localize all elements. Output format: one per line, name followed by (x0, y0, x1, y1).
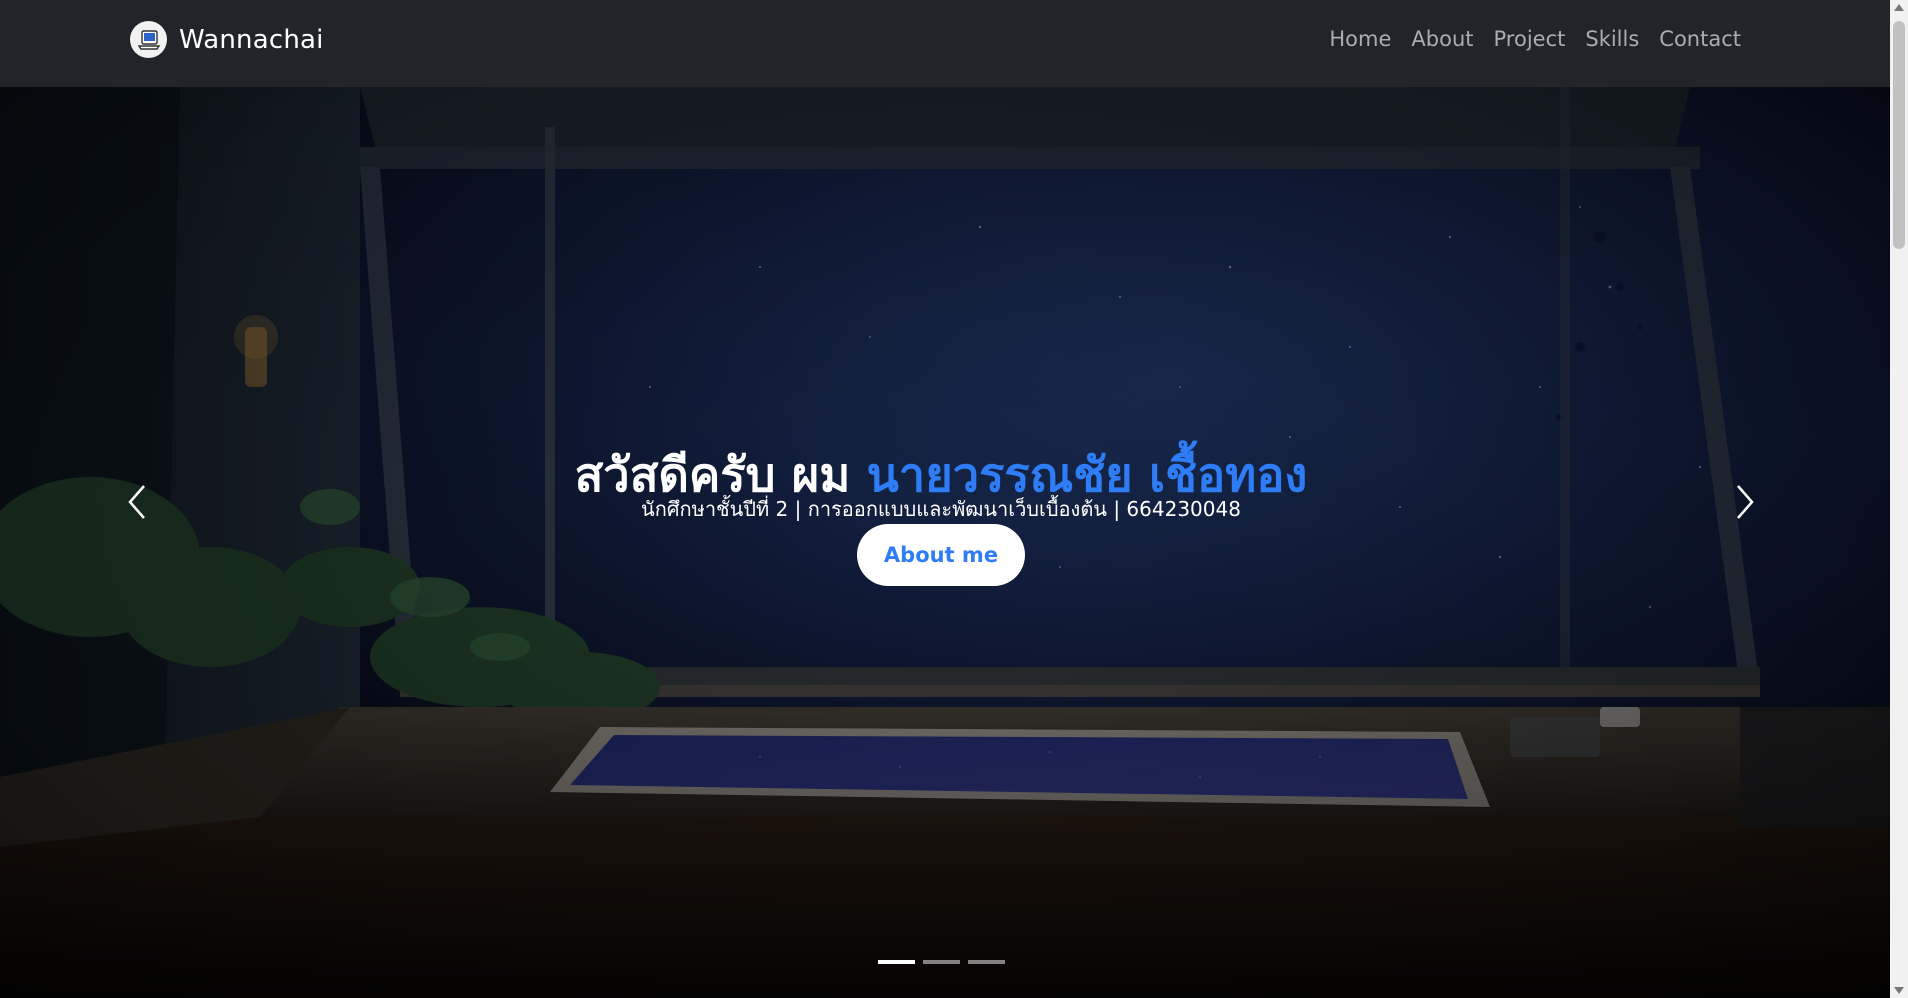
about-me-button[interactable]: About me (857, 524, 1025, 586)
carousel-indicator-3[interactable] (968, 960, 1005, 964)
nav-project[interactable]: Project (1494, 27, 1566, 51)
carousel-indicator-1[interactable] (878, 960, 915, 964)
chevron-left-icon (128, 485, 145, 519)
carousel-prev-button[interactable] (118, 472, 158, 532)
nav-skills[interactable]: Skills (1585, 27, 1639, 51)
brand-name: Wannachai (179, 24, 324, 55)
nav-home[interactable]: Home (1329, 27, 1391, 51)
carousel-indicator-2[interactable] (923, 960, 960, 964)
scroll-down-arrow-icon[interactable] (1894, 987, 1904, 994)
nav-contact[interactable]: Contact (1659, 27, 1741, 51)
page: Wannachai Home About Project Skills Cont… (0, 0, 1908, 998)
chevron-right-icon (1737, 485, 1754, 519)
vertical-scrollbar[interactable] (1890, 0, 1908, 998)
hero-subtitle: นักศึกษาชั้นปีที่ 2 | การออกแบบและพัฒนาเ… (641, 497, 1241, 521)
navbar: Wannachai Home About Project Skills Cont… (0, 0, 1890, 87)
carousel-next-button[interactable] (1724, 472, 1764, 532)
carousel-indicators (878, 960, 1005, 964)
hero-carousel: สวัสดีครับ ผม นายวรรณชัย เชื้อทอง นักศึก… (0, 87, 1890, 998)
scrollbar-thumb[interactable] (1893, 21, 1905, 249)
nav-about[interactable]: About (1411, 27, 1473, 51)
laptop-avatar-icon (130, 21, 167, 58)
main-nav: Home About Project Skills Contact (1329, 27, 1741, 51)
brand-link[interactable]: Wannachai (130, 21, 324, 58)
scroll-up-arrow-icon[interactable] (1894, 4, 1904, 11)
